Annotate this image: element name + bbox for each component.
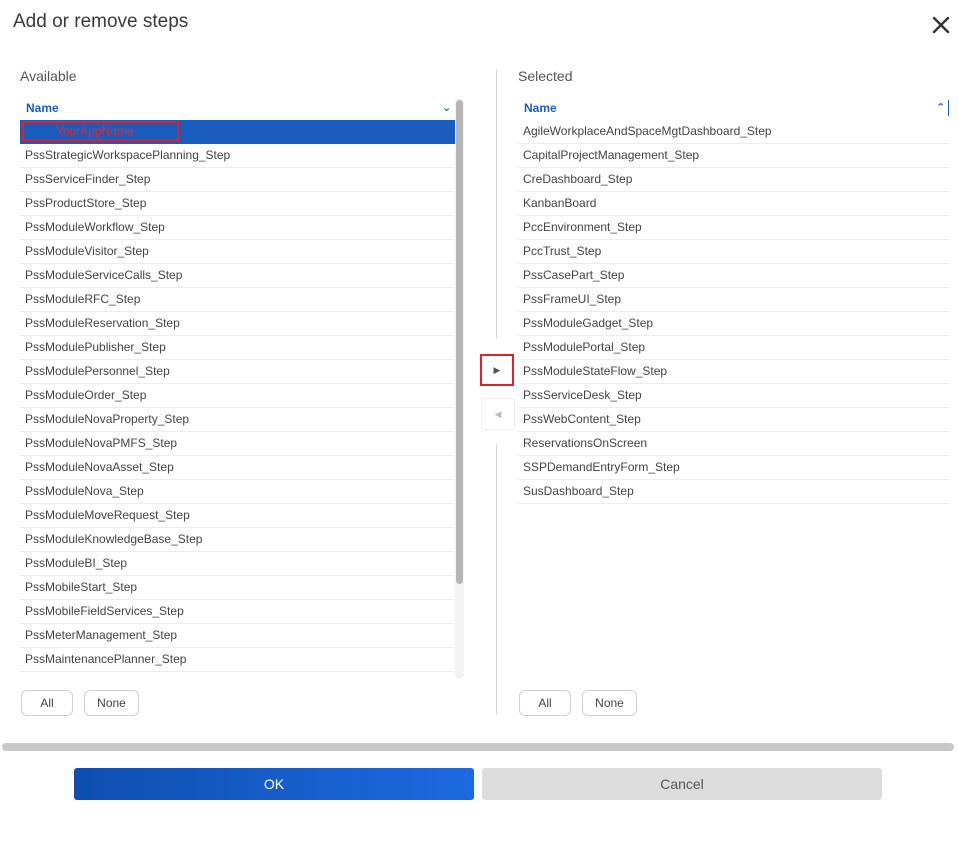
chevron-down-icon: ⌄ <box>442 102 452 114</box>
caret-right-icon: ▶ <box>493 364 501 375</box>
close-icon <box>932 16 950 34</box>
list-item[interactable]: PssModuleReservation_Step <box>20 312 456 336</box>
available-all-button[interactable]: All <box>21 690 73 716</box>
list-item[interactable]: AgileWorkplaceAndSpaceMgtDashboard_Step <box>518 120 949 144</box>
selected-none-button[interactable]: None <box>582 690 637 716</box>
list-item-selected[interactable]: YourAppName <box>20 120 456 144</box>
list-item[interactable]: PssModulePersonnel_Step <box>20 360 456 384</box>
list-item[interactable]: PssModuleWorkflow_Step <box>20 216 456 240</box>
list-item[interactable]: CreDashboard_Step <box>518 168 949 192</box>
divider <box>496 444 497 715</box>
available-scrollbar-thumb[interactable] <box>456 100 463 584</box>
list-item[interactable]: PccEnvironment_Step <box>518 216 949 240</box>
list-item[interactable]: PssModuleStateFlow_Step <box>518 360 949 384</box>
list-item[interactable]: PssModuleServiceCalls_Step <box>20 264 456 288</box>
cancel-button[interactable]: Cancel <box>482 768 882 800</box>
list-item[interactable]: PssModuleOrder_Step <box>20 384 456 408</box>
horizontal-scrollbar[interactable] <box>2 743 954 751</box>
selected-name-header[interactable]: Name ⌃ <box>518 98 949 118</box>
list-item[interactable]: CapitalProjectManagement_Step <box>518 144 949 168</box>
list-item[interactable]: SusDashboard_Step <box>518 480 949 504</box>
list-item[interactable]: PssModuleNovaAsset_Step <box>20 456 456 480</box>
list-item[interactable]: PssCasePart_Step <box>518 264 949 288</box>
selected-label: Selected <box>518 68 573 84</box>
available-header-label: Name <box>26 101 59 115</box>
dialog-title: Add or remove steps <box>13 11 189 32</box>
available-none-button[interactable]: None <box>84 690 139 716</box>
selected-item-name: YourAppName <box>22 121 179 141</box>
list-item[interactable]: PssModulePortal_Step <box>518 336 949 360</box>
list-item[interactable]: PssMobileStart_Step <box>20 576 456 600</box>
move-right-button[interactable]: ▶ <box>480 354 514 386</box>
list-item[interactable]: KanbanBoard <box>518 192 949 216</box>
list-item[interactable]: PssMaintenancePlanner_Step <box>20 648 456 672</box>
selected-header-label: Name <box>524 101 557 115</box>
list-item[interactable]: PssServiceDesk_Step <box>518 384 949 408</box>
ok-button[interactable]: OK <box>74 768 474 800</box>
divider <box>496 69 497 339</box>
list-item[interactable]: PssModuleGadget_Step <box>518 312 949 336</box>
list-item[interactable]: PssModuleNovaProperty_Step <box>20 408 456 432</box>
list-item[interactable]: PssModuleKnowledgeBase_Step <box>20 528 456 552</box>
move-left-button[interactable]: ◀ <box>481 398 515 430</box>
list-item[interactable]: PssMeterManagement_Step <box>20 624 456 648</box>
available-label: Available <box>20 68 77 84</box>
selected-list: AgileWorkplaceAndSpaceMgtDashboard_Step C… <box>518 120 949 520</box>
list-item[interactable]: PssModuleRFC_Step <box>20 288 456 312</box>
list-item[interactable]: ReservationsOnScreen <box>518 432 949 456</box>
list-item[interactable]: PssModuleBI_Step <box>20 552 456 576</box>
list-item[interactable]: PssStrategicWorkspacePlanning_Step <box>20 144 456 168</box>
list-item[interactable]: PssModuleMoveRequest_Step <box>20 504 456 528</box>
list-item[interactable]: PccTrust_Step <box>518 240 949 264</box>
selected-all-button[interactable]: All <box>519 690 571 716</box>
available-list: YourAppName PssStrategicWorkspacePlannin… <box>20 120 456 672</box>
close-button[interactable] <box>929 13 953 37</box>
list-item[interactable]: PssModuleVisitor_Step <box>20 240 456 264</box>
list-item[interactable]: PssModuleNova_Step <box>20 480 456 504</box>
list-item[interactable]: PssModulePublisher_Step <box>20 336 456 360</box>
list-item[interactable]: PssProductStore_Step <box>20 192 456 216</box>
list-item[interactable]: PssModuleNovaPMFS_Step <box>20 432 456 456</box>
list-item[interactable]: PssWebContent_Step <box>518 408 949 432</box>
list-item[interactable]: PssMobileFieldServices_Step <box>20 600 456 624</box>
header-edge <box>948 100 949 116</box>
chevron-up-icon: ⌃ <box>936 102 946 114</box>
list-item[interactable]: SSPDemandEntryForm_Step <box>518 456 949 480</box>
available-name-header[interactable]: Name ⌄ <box>20 98 454 118</box>
caret-left-icon: ◀ <box>494 408 502 419</box>
list-item[interactable]: PssFrameUI_Step <box>518 288 949 312</box>
list-item[interactable]: PssServiceFinder_Step <box>20 168 456 192</box>
